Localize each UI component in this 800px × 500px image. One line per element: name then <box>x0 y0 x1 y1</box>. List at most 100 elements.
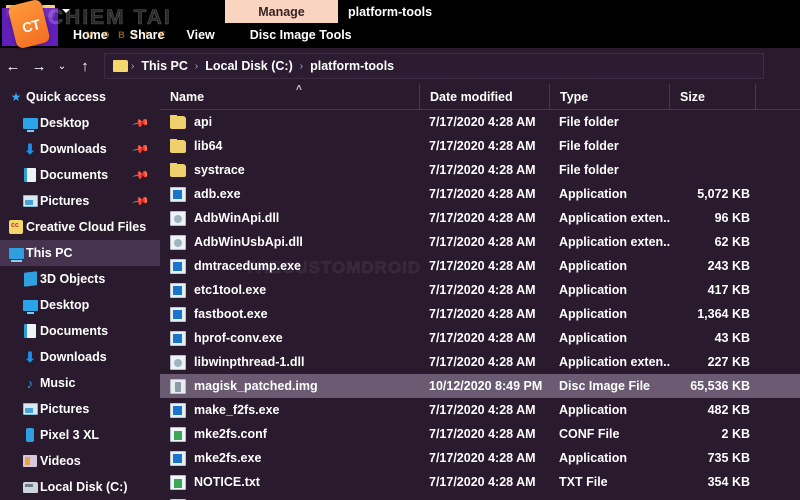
file-name-cell: fastboot.exe <box>160 306 420 322</box>
file-explorer-window: Manage platform-tools Home Share View Di… <box>0 0 800 500</box>
date-modified-cell: 7/17/2020 4:28 AM <box>429 427 536 441</box>
table-row[interactable]: systrace 7/17/2020 4:28 AM File folder <box>160 158 800 182</box>
download-icon: ⬇ <box>24 141 36 157</box>
column-header-name[interactable]: Name ˄ <box>160 83 420 110</box>
quick-access-toolbar[interactable] <box>6 2 70 20</box>
table-row[interactable]: dmtracedump.exe 7/17/2020 4:28 AM Applicat… <box>160 254 800 278</box>
sidebar-item-quick-access[interactable]: ★ Quick access <box>0 84 160 110</box>
table-row[interactable]: hprof-conv.exe 7/17/2020 4:28 AM Applicati… <box>160 326 800 350</box>
tab-manage-label: Manage <box>258 4 305 19</box>
pin-icon[interactable]: 📌 <box>132 140 151 159</box>
file-name-label: adb.exe <box>194 187 241 201</box>
date-modified-cell: 7/17/2020 4:28 AM <box>429 331 536 345</box>
file-name-label: mke2fs.conf <box>194 427 267 441</box>
pin-icon[interactable]: 📌 <box>132 114 151 133</box>
tab-disc-image-tools[interactable]: Disc Image Tools <box>240 22 362 48</box>
table-row[interactable]: lib64 7/17/2020 4:28 AM File folder <box>160 134 800 158</box>
table-row[interactable]: mke2fs.conf 7/17/2020 4:28 AM CONF File 2 K… <box>160 422 800 446</box>
forward-button[interactable]: → <box>26 51 52 81</box>
chevron-down-icon[interactable] <box>62 9 70 13</box>
table-row[interactable]: AdbWinApi.dll 7/17/2020 4:28 AM Applicatio… <box>160 206 800 230</box>
monitor-icon <box>22 298 38 314</box>
music-icon: ♪ <box>26 375 34 391</box>
sidebar-item-label: Downloads <box>40 142 107 156</box>
table-row[interactable]: etc1tool.exe 7/17/2020 4:28 AM Application… <box>160 278 800 302</box>
pin-icon[interactable]: 📌 <box>132 166 151 185</box>
sidebar-item-label: Music <box>40 376 76 390</box>
sidebar-item-pictures[interactable]: Pictures <box>0 396 160 422</box>
file-name-label: systrace <box>194 163 245 177</box>
file-name-cell: NOTICE.txt <box>160 474 420 490</box>
navigation-pane[interactable]: ★ Quick access Desktop 📌 ⬇ Downloads 📌 Document… <box>0 84 160 500</box>
type-cell: Application exten... <box>559 355 670 369</box>
sidebar-item-label: Pictures <box>40 194 90 208</box>
exe-icon <box>170 186 186 202</box>
tab-share[interactable]: Share <box>119 22 176 48</box>
breadcrumb[interactable]: › This PC › Local Disk (C:) › platform-t… <box>104 53 764 79</box>
back-button[interactable]: ← <box>0 51 26 81</box>
table-row[interactable]: source.properties7/17/2020 4:28 AMPROPER… <box>160 494 800 500</box>
file-name-label: make_f2fs.exe <box>194 403 280 417</box>
sidebar-item-label: Pictures <box>40 402 90 416</box>
sidebar-item-videos[interactable]: Videos <box>0 448 160 474</box>
table-row[interactable]: mke2fs.exe 7/17/2020 4:28 AM Application 73… <box>160 446 800 470</box>
sidebar-item-documents[interactable]: Documents <box>0 318 160 344</box>
file-name-cell: adb.exe <box>160 186 420 202</box>
column-header-date-modified[interactable]: Date modified <box>420 83 550 110</box>
file-name-cell: api <box>160 115 420 129</box>
folder-icon <box>170 139 186 153</box>
column-header-size[interactable]: Size <box>670 83 756 110</box>
sidebar-item-this-pc[interactable]: This PC <box>0 240 160 266</box>
dll-icon <box>170 354 186 370</box>
exe-icon <box>170 402 186 418</box>
monitor-icon <box>22 116 38 132</box>
size-cell: 243 KB <box>707 259 750 273</box>
table-row[interactable]: adb.exe 7/17/2020 4:28 AM Application 5,072… <box>160 182 800 206</box>
tab-view[interactable]: View <box>175 22 225 48</box>
sidebar-item-documents[interactable]: Documents 📌 <box>0 162 160 188</box>
table-row[interactable]: AdbWinUsbApi.dll 7/17/2020 4:28 AM Applica… <box>160 230 800 254</box>
type-cell: Application exten... <box>559 235 670 249</box>
tab-manage[interactable]: Manage <box>225 0 338 23</box>
file-name-cell: libwinpthread-1.dll <box>160 354 420 370</box>
table-row[interactable]: fastboot.exe 7/17/2020 4:28 AM Application… <box>160 302 800 326</box>
breadcrumb-this-pc[interactable]: This PC <box>135 59 194 73</box>
videos-icon <box>22 454 38 468</box>
sidebar-item-3d-objects[interactable]: 3D Objects <box>0 266 160 292</box>
file-name-cell: etc1tool.exe <box>160 282 420 298</box>
sidebar-item-pictures[interactable]: Pictures 📌 <box>0 188 160 214</box>
sidebar-item-pixel-3-xl[interactable]: Pixel 3 XL <box>0 422 160 448</box>
up-button[interactable]: ↑ <box>72 51 98 81</box>
file-name-label: lib64 <box>194 139 223 153</box>
type-cell: TXT File <box>559 475 608 489</box>
sidebar-item-creative-cloud-files[interactable]: Creative Cloud Files <box>0 214 160 240</box>
breadcrumb-local-disk[interactable]: Local Disk (C:) <box>199 59 299 73</box>
breadcrumb-platform-tools[interactable]: platform-tools <box>304 59 400 73</box>
sidebar-item-downloads[interactable]: ⬇ Downloads 📌 <box>0 136 160 162</box>
table-row[interactable]: magisk_patched.img 10/12/2020 8:49 PM Disc… <box>160 374 800 398</box>
sidebar-item-downloads[interactable]: ⬇ Downloads <box>0 344 160 370</box>
column-header-type[interactable]: Type <box>550 83 670 110</box>
date-modified-cell: 7/17/2020 4:28 AM <box>429 187 536 201</box>
pin-icon[interactable]: 📌 <box>132 192 151 211</box>
type-cell: File folder <box>559 115 619 129</box>
file-name-cell: lib64 <box>160 139 420 153</box>
properties-icon[interactable] <box>42 5 55 17</box>
type-cell: File folder <box>559 139 619 153</box>
sidebar-item-music[interactable]: ♪ Music <box>0 370 160 396</box>
sidebar-item-desktop[interactable]: Desktop <box>0 292 160 318</box>
file-name-label: hprof-conv.exe <box>194 331 283 345</box>
new-folder-icon[interactable] <box>24 5 37 17</box>
table-row[interactable]: make_f2fs.exe 7/17/2020 4:28 AM Applicatio… <box>160 398 800 422</box>
recent-locations-button[interactable]: ⌄ <box>52 51 72 81</box>
table-row[interactable]: NOTICE.txt 7/17/2020 4:28 AM TXT File 354 K… <box>160 470 800 494</box>
tab-home[interactable]: Home <box>62 22 119 48</box>
file-name-label: AdbWinUsbApi.dll <box>194 235 303 249</box>
file-name-label: mke2fs.exe <box>194 451 262 465</box>
dll-icon <box>170 210 186 226</box>
table-row[interactable]: libwinpthread-1.dll 7/17/2020 4:28 AM Appl… <box>160 350 800 374</box>
save-icon[interactable] <box>6 5 19 17</box>
sidebar-item-local-disk-c[interactable]: Local Disk (C:) <box>0 474 160 500</box>
table-row[interactable]: api 7/17/2020 4:28 AM File folder <box>160 110 800 134</box>
sidebar-item-desktop[interactable]: Desktop 📌 <box>0 110 160 136</box>
